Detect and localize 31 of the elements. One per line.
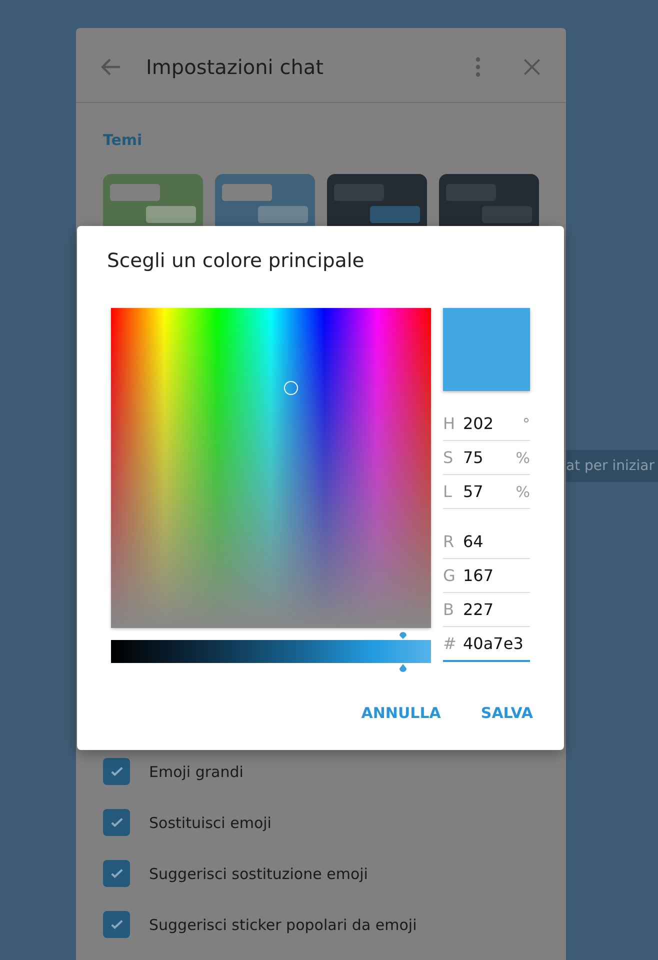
color-value-field[interactable]: G 167 bbox=[443, 559, 530, 593]
theme-preview[interactable] bbox=[327, 174, 427, 226]
option-label: Suggerisci sostituzione emoji bbox=[149, 864, 368, 882]
checkmark-icon bbox=[110, 920, 122, 929]
dialog-title: Scegli un colore principale bbox=[107, 248, 364, 274]
checkbox[interactable] bbox=[103, 860, 130, 887]
hex-color-field[interactable]: # 40a7e3 bbox=[443, 627, 530, 662]
color-value-field[interactable]: H 202 ° bbox=[443, 407, 530, 441]
theme-preview[interactable] bbox=[103, 174, 203, 226]
checkmark-icon bbox=[110, 767, 122, 776]
slider-thumb[interactable] bbox=[398, 631, 408, 673]
lightness-slider[interactable] bbox=[111, 631, 431, 673]
color-value-field[interactable]: R 64 bbox=[443, 525, 530, 559]
service-message: at per iniziar bbox=[566, 450, 658, 482]
panel-title: Impostazioni chat bbox=[146, 55, 324, 79]
color-value-field[interactable]: L 57 % bbox=[443, 475, 530, 509]
checkbox[interactable] bbox=[103, 809, 130, 836]
section-title: Temi bbox=[103, 130, 142, 150]
color-value-field[interactable]: S 75 % bbox=[443, 441, 530, 475]
color-plane[interactable] bbox=[111, 308, 431, 628]
picker-cursor[interactable] bbox=[284, 381, 298, 395]
option-label: Emoji grandi bbox=[149, 762, 244, 780]
close-icon[interactable] bbox=[521, 56, 543, 78]
color-value-field[interactable]: B 227 bbox=[443, 593, 530, 627]
option-label: Sostituisci emoji bbox=[149, 814, 272, 832]
checkmark-icon bbox=[110, 869, 122, 878]
theme-preview[interactable] bbox=[215, 174, 315, 226]
option-label: Suggerisci sticker popolari da emoji bbox=[149, 916, 417, 934]
checkbox[interactable] bbox=[103, 911, 130, 938]
checkbox[interactable] bbox=[103, 758, 130, 785]
checkmark-icon bbox=[110, 818, 122, 827]
